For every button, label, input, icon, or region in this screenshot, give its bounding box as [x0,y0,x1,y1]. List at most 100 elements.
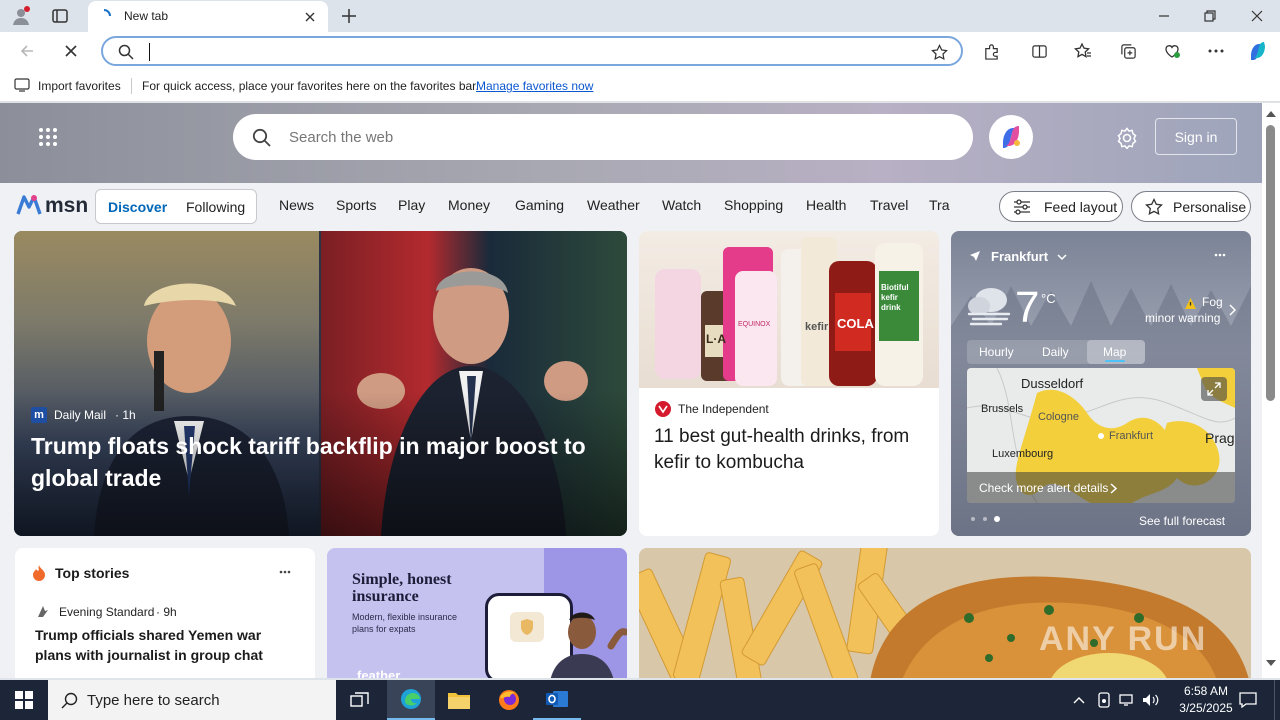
msn-logo-icon[interactable] [16,192,42,218]
manage-favorites-link[interactable]: Manage favorites now [476,79,593,93]
independent-headline[interactable]: 11 best gut-health drinks, from kefir to… [654,424,924,476]
nav-watch[interactable]: Watch [662,197,701,213]
nav-travel[interactable]: Travel [870,197,908,213]
hero-story-card[interactable]: m Daily Mail · 1h Trump floats shock tar… [14,231,627,536]
outlook-icon[interactable] [533,680,581,720]
top-story-headline[interactable]: Trump officials shared Yemen war plans w… [35,625,300,665]
daily-mail-logo-icon: m [31,407,47,423]
network-icon[interactable] [1116,680,1138,720]
close-window-icon[interactable] [1243,6,1271,26]
windows-start-icon[interactable] [0,680,48,720]
more-options-icon[interactable] [1205,41,1227,61]
msn-page: Search the web Sign in msn Discover Foll… [0,103,1280,678]
firefox-icon[interactable] [485,680,533,720]
food-story-card[interactable]: ANY RUN [639,548,1251,678]
ad-title: Simple, honest insurance [352,571,452,605]
personalise-button[interactable]: Personalise [1131,191,1251,222]
tab-new-tab[interactable]: New tab [88,1,328,32]
tab-discover[interactable]: Discover [108,199,167,215]
show-desktop-strip[interactable] [1274,680,1280,720]
nav-weather[interactable]: Weather [587,197,640,213]
weather-more-icon[interactable] [1210,248,1230,262]
nav-news[interactable]: News [279,197,314,213]
weather-tab-hourly[interactable]: Hourly [979,345,1014,359]
nav-gaming[interactable]: Gaming [515,197,564,213]
profile-avatar-icon[interactable] [10,5,32,27]
browser-essentials-icon[interactable] [1161,41,1183,61]
volume-icon[interactable] [1140,680,1162,720]
scroll-up-icon[interactable] [1266,110,1276,118]
carousel-dot-active[interactable] [994,516,1000,522]
city-chevron-down-icon[interactable] [1055,250,1069,264]
see-full-forecast-link[interactable]: See full forecast [1139,514,1225,528]
nav-shopping[interactable]: Shopping [724,197,783,213]
nav-traffic[interactable]: Tra [929,197,950,213]
msn-logo-text[interactable]: msn [45,194,88,218]
windows-taskbar: Type here to search 6:58 AM 3/25/2025 [0,680,1280,720]
apps-grid-icon[interactable] [36,125,60,149]
weather-city[interactable]: Frankfurt [991,249,1048,264]
favorites-icon[interactable] [1072,41,1094,61]
alert-details-bar[interactable]: Check more alert details [967,472,1235,503]
weather-warning: minor warning [1145,311,1221,325]
label-biotiful: Biotiful kefir drink [881,283,909,312]
extensions-icon[interactable] [980,41,1002,61]
weather-map[interactable]: Dusseldorf Brussels Cologne Frankfurt Lu… [967,368,1235,503]
device-icon[interactable] [1093,680,1115,720]
restore-icon[interactable] [1196,6,1224,26]
insurance-ad-card[interactable]: Simple, honest insurance Modern, flexibl… [327,548,627,678]
page-scrollbar[interactable] [1262,103,1280,678]
warning-icon [1183,296,1197,310]
tab-following[interactable]: Following [186,199,245,215]
taskbar-search-box[interactable]: Type here to search [48,680,336,720]
weather-tab-daily[interactable]: Daily [1042,345,1069,359]
favorite-star-icon[interactable] [929,42,949,62]
show-hidden-icons-chevron-icon[interactable] [1068,680,1090,720]
weather-chevron-right-icon[interactable] [1226,303,1238,317]
edge-taskbar-icon[interactable] [387,680,435,720]
close-tab-icon[interactable] [302,9,318,25]
nav-health[interactable]: Health [806,197,846,213]
search-icon [117,43,135,61]
stop-loading-icon[interactable] [60,41,82,61]
minimize-icon[interactable] [1150,6,1178,26]
back-icon[interactable] [16,41,38,61]
map-expand-icon[interactable] [1201,377,1227,401]
nav-sports[interactable]: Sports [336,197,376,213]
tab-actions-icon[interactable] [50,6,70,26]
loading-spinner-icon [96,8,112,24]
independent-story-card[interactable]: L·A EQUINOX kefir COLA Biotiful kefir dr… [639,231,939,536]
file-explorer-icon[interactable] [435,680,483,720]
map-label-luxembourg: Luxembourg [992,448,1054,460]
nav-money[interactable]: Money [448,197,490,213]
top-stories-more-icon[interactable] [275,566,295,578]
hero-headline[interactable]: Trump floats shock tariff backflip in ma… [31,430,616,494]
discover-following-toggle: Discover Following [95,189,257,224]
settings-gear-icon[interactable] [1115,126,1139,150]
task-view-icon[interactable] [336,680,384,720]
copilot-launch-icon[interactable] [989,115,1033,159]
msn-search-box[interactable]: Search the web [233,114,973,160]
scroll-down-icon[interactable] [1266,659,1276,667]
top-stories-title: Top stories [55,565,130,581]
carousel-dot[interactable] [983,517,987,521]
hero-age: · 1h [115,408,136,422]
split-screen-icon[interactable] [1028,41,1050,61]
nav-play[interactable]: Play [398,197,425,213]
weather-tab-map[interactable]: Map [1087,340,1145,364]
new-tab-icon[interactable] [338,6,360,26]
independent-source: The Independent [678,402,769,416]
clock-time[interactable]: 6:58 AM [1172,684,1240,698]
clock-date[interactable]: 3/25/2025 [1166,701,1246,715]
feed-layout-button[interactable]: Feed layout [999,191,1123,222]
address-input[interactable] [149,43,909,61]
weather-card[interactable]: Frankfurt 7 °C Fog minor warning Hourly … [951,231,1251,536]
carousel-dot[interactable] [971,517,975,521]
copilot-icon[interactable] [1245,39,1271,63]
collections-icon[interactable] [1117,41,1139,61]
notifications-icon[interactable] [1236,680,1260,720]
address-bar[interactable] [101,36,963,66]
sign-in-button[interactable]: Sign in [1155,118,1237,155]
scrollbar-thumb[interactable] [1266,125,1275,401]
import-favorites-link[interactable]: Import favorites [38,79,121,93]
